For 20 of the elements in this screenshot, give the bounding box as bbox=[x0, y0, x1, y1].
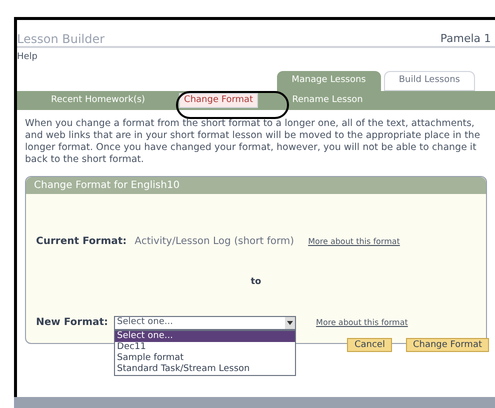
format-select[interactable]: Select one... bbox=[114, 316, 296, 330]
format-info-link[interactable]: More about this format bbox=[316, 316, 408, 328]
new-format-label: New Format: bbox=[36, 316, 108, 330]
current-format-value: Activity/Lesson Log (short form) bbox=[134, 235, 294, 249]
panel-title: Change Format for English10 bbox=[34, 179, 180, 193]
dropdown-option[interactable]: Standard Task/Stream Lesson bbox=[115, 364, 296, 374]
to-label: to bbox=[250, 277, 262, 287]
app-title: Lesson Builder bbox=[17, 32, 105, 46]
current-format-label: Current Format: bbox=[36, 235, 127, 249]
action-button[interactable]: Change Format bbox=[406, 338, 489, 352]
intro-text: When you change a format from the short format to a longer one, all of the text, attachments, and web links that are in your short format lesson will be moved to the appropriate place in the longer format. Once you have changed your format, however, you will not be able to change it back to the short format. bbox=[24, 117, 482, 166]
dropdown-option[interactable]: Dec11 bbox=[115, 342, 296, 352]
user-name: Pamela 1 bbox=[440, 32, 491, 46]
tab[interactable]: Build Lessons bbox=[384, 71, 475, 91]
dropdown-option[interactable]: Sample format bbox=[115, 352, 296, 364]
subnav-link[interactable]: Change Format bbox=[179, 92, 258, 108]
dropdown-option[interactable]: Select one... bbox=[115, 330, 296, 342]
help-link[interactable]: Help bbox=[17, 52, 38, 62]
action-button[interactable]: Cancel bbox=[347, 338, 392, 352]
format-info-link[interactable]: More about this format bbox=[308, 236, 400, 248]
